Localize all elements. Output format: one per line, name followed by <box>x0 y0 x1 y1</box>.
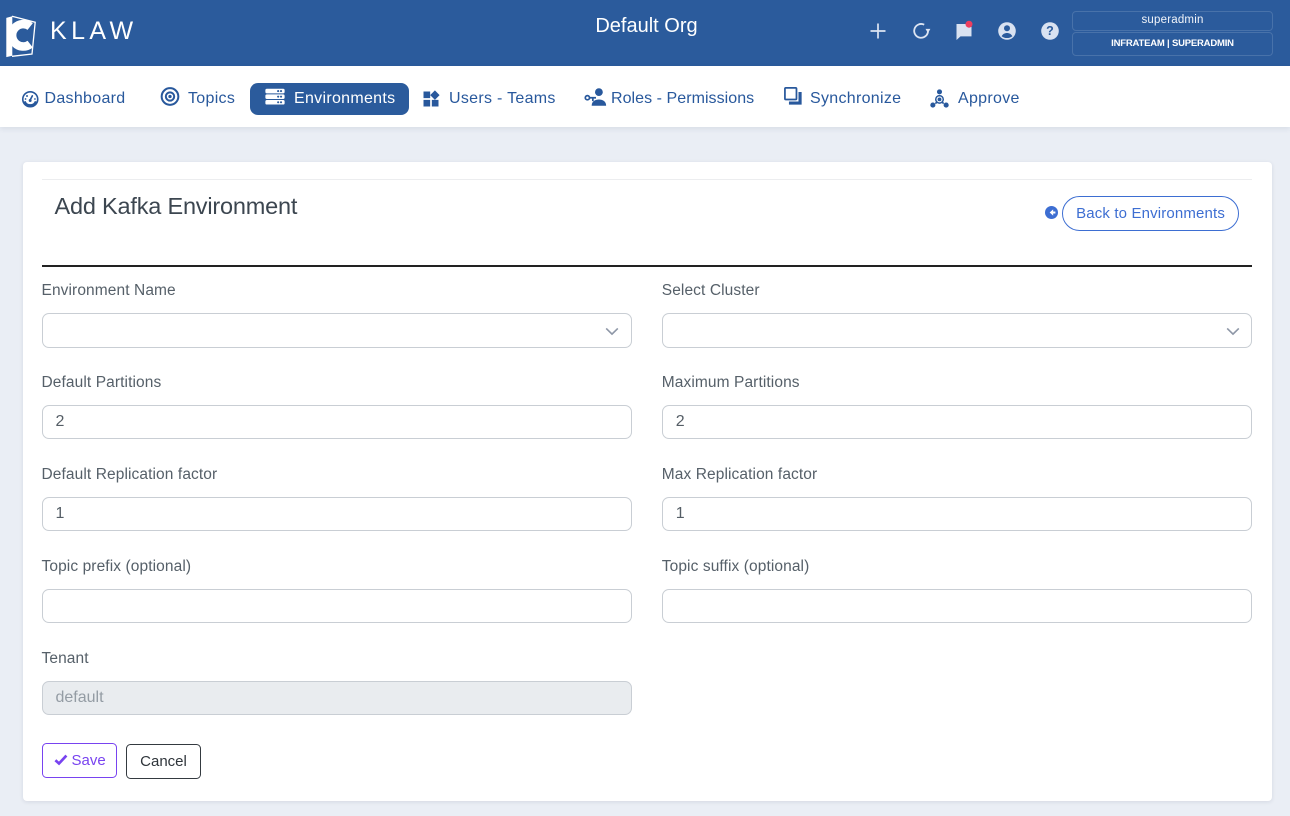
svg-text:?: ? <box>1046 24 1054 38</box>
